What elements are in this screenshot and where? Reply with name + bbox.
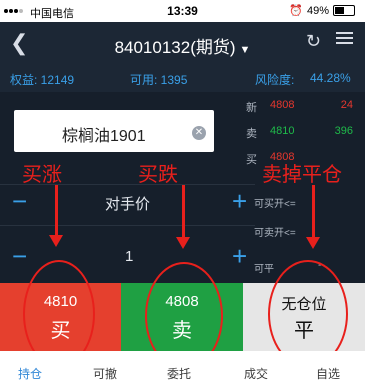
quote-row-ask: 卖 4810 396 (246, 125, 353, 140)
account-bar: 权益: 12149 可用: 1395 风险度: 44.28% (0, 64, 365, 92)
tab-cancellable[interactable]: 可撤 (93, 365, 117, 382)
annotation-arrow (55, 185, 58, 235)
annotation-arrow-head (49, 235, 63, 247)
battery-percent: 49% (306, 4, 329, 17)
tab-positions[interactable]: 持仓 (18, 365, 42, 382)
refresh-icon[interactable]: ↻ (306, 31, 321, 52)
tab-trades[interactable]: 成交 (244, 365, 268, 382)
annotation-arrow (312, 185, 315, 237)
tab-watchlist[interactable]: 自选 (316, 365, 340, 382)
equity-label: 权益: 12149 (10, 73, 75, 87)
menu-icon[interactable] (336, 32, 353, 49)
price-type[interactable]: 对手价 (105, 193, 150, 214)
chevron-down-icon[interactable]: ▼ (240, 44, 251, 56)
instrument-field[interactable]: 棕榈油1901 ✕ (14, 110, 214, 152)
divider (0, 225, 255, 226)
quote-panel: 新 4808 24 卖 4810 396 买 4808 (222, 96, 365, 166)
annotation-arrow-head (306, 237, 320, 249)
top-nav: ❮ 84010132(期货) ▼ ↻ (0, 22, 365, 64)
sell-open-limit: 可卖开<= (254, 228, 296, 239)
clear-icon[interactable]: ✕ (192, 126, 206, 140)
annotation-close-position: 卖掉平仓 (262, 164, 342, 186)
risk-label: 风险度: (255, 73, 295, 87)
status-right: ⏰ 49% (289, 4, 355, 17)
tab-orders[interactable]: 委托 (167, 365, 191, 382)
annotation-buy-down: 买跌 (138, 164, 178, 186)
annotation-buy-up: 买涨 (22, 164, 62, 186)
alarm-icon: ⏰ (289, 5, 303, 17)
close-limit: 可平 (254, 264, 274, 275)
buy-open-limit: 可买开<= (254, 199, 296, 210)
annotation-arrow-head (176, 237, 190, 249)
quantity-plus-button[interactable]: + (232, 241, 247, 272)
instrument-name: 棕榈油1901 (62, 128, 146, 145)
price-minus-button[interactable]: − (12, 186, 27, 217)
quote-row-last: 新 4808 24 (246, 99, 353, 114)
available-label: 可用: 1395 (130, 73, 188, 87)
bottom-tabs: 持仓 可撤 委托 成交 自选 (0, 351, 365, 382)
battery-icon (333, 5, 355, 16)
divider (0, 184, 255, 185)
status-bar: 中国电信 13:39 ⏰ 49% (0, 0, 365, 22)
quantity-value[interactable]: 1 (125, 248, 133, 265)
price-plus-button[interactable]: + (232, 186, 247, 217)
quantity-minus-button[interactable]: − (12, 241, 27, 272)
risk-value: 44.28% (310, 71, 351, 85)
annotation-arrow (182, 185, 185, 237)
